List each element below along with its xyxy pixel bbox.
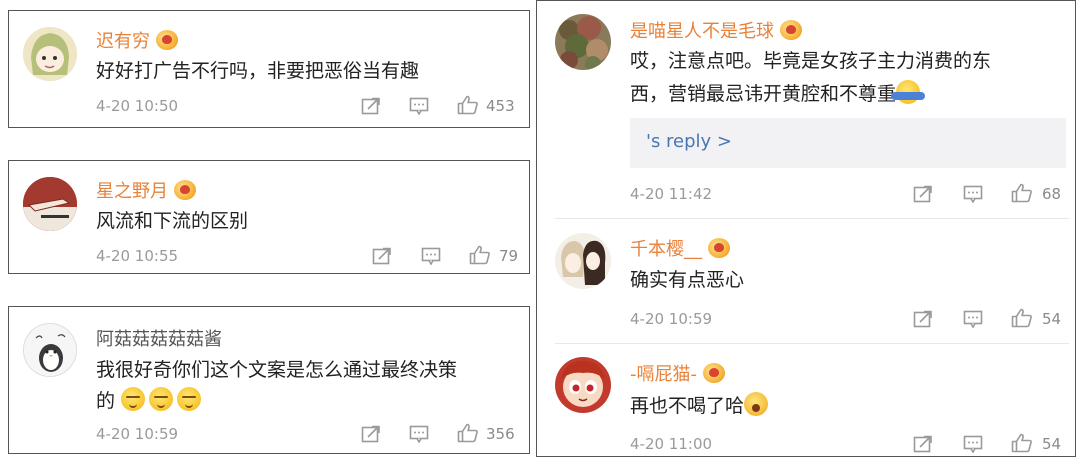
sleepy-emoji-icon	[121, 387, 146, 411]
like-count: 54	[1042, 435, 1062, 453]
reply-link[interactable]: 's reply >	[646, 131, 732, 152]
avatar[interactable]	[555, 233, 611, 289]
comment-text: 风流和下流的区别	[96, 206, 526, 237]
sleepy-emoji-icon	[149, 387, 174, 411]
cartoon-girl-avatar	[23, 27, 77, 81]
comment-icon[interactable]	[409, 97, 429, 115]
timestamp: 4-20 11:42	[630, 185, 713, 203]
comment-line: 西，营销最忌讳开黄腔和不尊重	[630, 83, 897, 105]
username-text[interactable]: 星之野月	[96, 177, 168, 203]
thumbs-up-icon[interactable]	[1011, 433, 1033, 453]
username[interactable]: 迟有穷	[96, 27, 178, 53]
vip-badge-icon	[708, 238, 730, 258]
reply-preview[interactable]: 's reply >	[630, 118, 1066, 168]
comment-line-with-emoji: 西，营销最忌讳开黄腔和不尊重	[630, 78, 1070, 111]
shrug-emoji-icon	[891, 80, 926, 104]
share-icon[interactable]	[913, 310, 933, 328]
comment-icon[interactable]	[963, 310, 983, 328]
tree-landscape-avatar	[555, 14, 611, 70]
powerpuff-avatar	[555, 357, 611, 413]
comment-line: 的	[96, 390, 116, 412]
drawing-hand-avatar	[23, 177, 77, 231]
username-text[interactable]: 阿菇菇菇菇菇酱	[96, 325, 222, 351]
like-count: 68	[1042, 185, 1062, 203]
like-count: 356	[486, 425, 515, 443]
share-icon[interactable]	[361, 425, 381, 443]
thumbs-up-icon[interactable]	[469, 245, 491, 265]
comment-line: 风流和下流的区别	[96, 210, 249, 232]
thumbs-up-icon[interactable]	[1011, 308, 1033, 328]
comment-icon[interactable]	[421, 247, 441, 265]
username[interactable]: 是喵星人不是毛球	[630, 17, 802, 43]
anime-couple-avatar	[555, 233, 611, 289]
comment-line: 确实有点恶心	[630, 269, 745, 291]
timestamp: 4-20 10:55	[96, 247, 179, 265]
vip-badge-icon	[156, 30, 178, 50]
comment-line-with-emoji: 再也不喝了哈	[630, 391, 1070, 422]
share-icon[interactable]	[913, 435, 933, 453]
comment-panel: 是喵星人不是毛球 哎，注意点吧。毕竟是女孩子主力消费的东 西，营销最忌讳开黄腔和…	[536, 0, 1076, 457]
avatar[interactable]	[23, 177, 77, 231]
vip-badge-icon	[780, 20, 802, 40]
share-icon[interactable]	[361, 97, 381, 115]
thumbs-up-icon[interactable]	[1011, 183, 1033, 203]
comment-card: 迟有穷 好好打广告不行吗，非要把恶俗当有趣 4-20 10:50 453	[8, 10, 530, 128]
like-count: 54	[1042, 310, 1062, 328]
avatar[interactable]	[23, 27, 77, 81]
avatar[interactable]	[23, 323, 77, 377]
username[interactable]: -嗝屁猫-	[630, 360, 725, 386]
timestamp: 4-20 11:00	[630, 435, 713, 453]
comment-icon[interactable]	[963, 185, 983, 203]
thumbs-up-icon[interactable]	[457, 95, 479, 115]
comment-line-with-emoji: 的	[96, 386, 526, 417]
username[interactable]: 阿菇菇菇菇菇酱	[96, 325, 222, 351]
comment-text: 再也不喝了哈	[630, 391, 1070, 422]
avatar[interactable]	[555, 14, 611, 70]
comment-card: 星之野月 风流和下流的区别 4-20 10:55 79	[8, 160, 530, 274]
timestamp: 4-20 10:59	[630, 310, 713, 328]
comment-card: 阿菇菇菇菇菇酱 我很好奇你们这个文案是怎么通过最终决策 的 4-20 10:59…	[8, 306, 530, 454]
divider	[555, 343, 1069, 344]
penguin-avatar	[24, 324, 76, 376]
comment-icon[interactable]	[963, 435, 983, 453]
username-text[interactable]: 千本樱__	[630, 235, 702, 261]
comment-line: 再也不喝了哈	[630, 395, 745, 417]
username-text[interactable]: 是喵星人不是毛球	[630, 17, 774, 43]
thumbs-up-icon[interactable]	[457, 423, 479, 443]
comment-line: 哎，注意点吧。毕竟是女孩子主力消费的东	[630, 50, 992, 72]
scared-emoji-icon	[744, 392, 769, 416]
username-text[interactable]: -嗝屁猫-	[630, 360, 697, 386]
comment-text: 好好打广告不行吗，非要把恶俗当有趣	[96, 56, 526, 87]
username[interactable]: 星之野月	[96, 177, 196, 203]
comment-line: 我很好奇你们这个文案是怎么通过最终决策	[96, 359, 458, 381]
avatar[interactable]	[555, 357, 611, 413]
sleepy-emoji-icon	[177, 387, 202, 411]
vip-badge-icon	[703, 363, 725, 383]
comment-text: 我很好奇你们这个文案是怎么通过最终决策 的	[96, 355, 526, 417]
share-icon[interactable]	[913, 185, 933, 203]
comment-line: 好好打广告不行吗，非要把恶俗当有趣	[96, 60, 420, 82]
comment-text: 哎，注意点吧。毕竟是女孩子主力消费的东 西，营销最忌讳开黄腔和不尊重	[630, 45, 1070, 111]
timestamp: 4-20 10:59	[96, 425, 179, 443]
username[interactable]: 千本樱__	[630, 235, 730, 261]
share-icon[interactable]	[372, 247, 392, 265]
like-count: 79	[499, 247, 519, 265]
divider	[555, 218, 1069, 219]
timestamp: 4-20 10:50	[96, 97, 179, 115]
username-text[interactable]: 迟有穷	[96, 27, 150, 53]
comment-icon[interactable]	[409, 425, 429, 443]
vip-badge-icon	[174, 180, 196, 200]
like-count: 453	[486, 97, 515, 115]
comment-text: 确实有点恶心	[630, 265, 1070, 296]
